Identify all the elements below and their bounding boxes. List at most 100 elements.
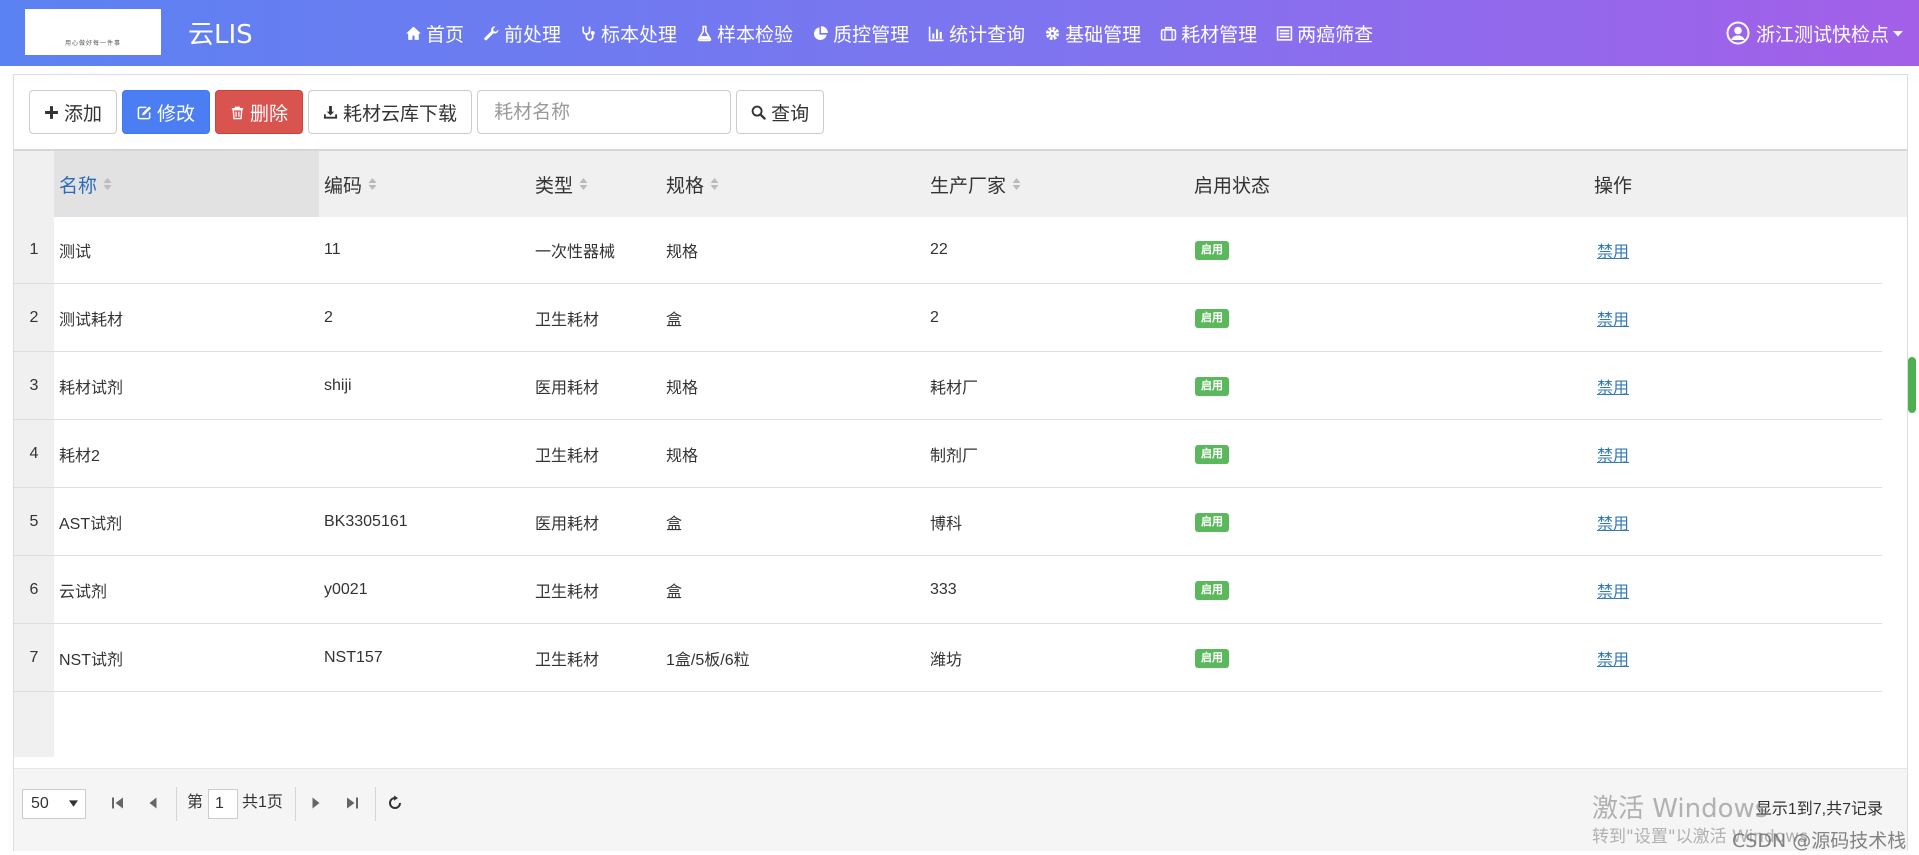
last-page-button[interactable] — [343, 792, 361, 814]
query-button[interactable]: 查询 — [736, 90, 825, 134]
first-page-button[interactable] — [109, 792, 127, 814]
table-row[interactable]: 5 AST试剂 BK3305161 医用耗材 盒 博科 启用 禁用 — [14, 489, 1882, 556]
home-icon — [405, 25, 422, 42]
logo-caption: 用心做好每一件事 — [64, 40, 121, 47]
prev-page-button[interactable] — [144, 792, 162, 814]
table-header: 名称 编码 类型 规格 生产厂家 启用状态 操作 — [14, 151, 1907, 217]
next-page-button[interactable] — [307, 792, 325, 814]
delete-button-label: 删除 — [250, 102, 289, 125]
nav-item-label: 两癌筛查 — [1297, 23, 1374, 46]
row-number: 7 — [29, 649, 39, 666]
cell-code: 2 — [324, 309, 333, 326]
nav-item-label: 样本检验 — [717, 23, 794, 46]
delete-button[interactable]: 删除 — [215, 90, 304, 134]
cloud-download-label: 耗材云库下载 — [343, 102, 458, 125]
nav-item-label: 质控管理 — [833, 23, 910, 46]
nav-item-label: 前处理 — [504, 23, 562, 46]
edit-button[interactable]: 修改 — [122, 90, 211, 134]
status-badge: 启用 — [1195, 240, 1229, 260]
toolbar: 添加 修改 删除 耗材云库下载 查询 — [29, 89, 829, 135]
nav-item-screening[interactable]: 两癌筛查 — [1276, 20, 1373, 47]
col-header-action: 操作 — [1594, 151, 1632, 217]
table-row[interactable]: 3 耗材试剂 shiji 医用耗材 规格 耗材厂 启用 禁用 — [14, 353, 1882, 420]
cell-spec: 盒 — [666, 312, 683, 329]
cell-name: 测试耗材 — [59, 312, 124, 329]
status-badge: 启用 — [1195, 308, 1229, 328]
edit-icon — [137, 105, 152, 119]
page-size-value: 50 — [31, 795, 49, 812]
stethoscope-icon — [580, 25, 597, 42]
sort-icon — [710, 178, 719, 190]
status-badge: 启用 — [1195, 444, 1229, 464]
cell-spec: 规格 — [666, 380, 699, 397]
disable-link[interactable]: 禁用 — [1597, 374, 1629, 398]
vertical-scrollbar-thumb[interactable] — [1908, 357, 1916, 413]
col-header-status: 启用状态 — [1194, 151, 1270, 217]
page-size-select[interactable]: 50 — [22, 789, 86, 819]
row-number: 1 — [29, 241, 39, 258]
status-badge: 启用 — [1195, 580, 1229, 600]
cloud-download-button[interactable]: 耗材云库下载 — [308, 90, 473, 134]
disable-link[interactable]: 禁用 — [1597, 306, 1629, 330]
table-row[interactable]: 7 NST试剂 NST157 卫生耗材 1盒/5板/6粒 潍坊 启用 禁用 — [14, 625, 1882, 692]
consumable-name-search-input[interactable] — [477, 90, 732, 134]
disable-link[interactable]: 禁用 — [1597, 510, 1629, 534]
brand-title[interactable]: 云LIS — [188, 14, 253, 51]
divider — [295, 787, 296, 821]
status-badge: 启用 — [1195, 376, 1229, 396]
nav-item-stats[interactable]: 统计查询 — [928, 20, 1025, 47]
col-header-label: 启用状态 — [1194, 174, 1271, 197]
cell-spec: 盒 — [666, 516, 683, 533]
logo[interactable]: 用心做好每一件事 — [25, 9, 161, 55]
cell-type: 卫生耗材 — [535, 312, 600, 329]
nav-item-qc[interactable]: 质控管理 — [812, 20, 909, 47]
table-row[interactable]: 1 测试 11 一次性器械 规格 22 启用 禁用 — [14, 217, 1882, 284]
user-menu[interactable]: 浙江测试快检点 — [1726, 0, 1904, 66]
main-nav: 首页 前处理 标本处理 样本检验 质控管理 统计查询 基础管理 耗材管理 两癌筛… — [405, 0, 1392, 66]
col-header-name[interactable]: 名称 — [54, 151, 319, 217]
table-row[interactable]: 2 测试耗材 2 卫生耗材 盒 2 启用 禁用 — [14, 285, 1882, 352]
cell-name: AST试剂 — [59, 516, 123, 533]
user-name: 浙江测试快检点 — [1756, 23, 1890, 46]
col-header-label: 规格 — [666, 174, 705, 197]
current-page-input[interactable]: 1 — [208, 789, 238, 819]
col-header-code[interactable]: 编码 — [324, 151, 378, 217]
add-button-label: 添加 — [64, 102, 103, 125]
nav-item-home[interactable]: 首页 — [405, 20, 464, 47]
cell-type: 医用耗材 — [535, 516, 600, 533]
cell-type: 卫生耗材 — [535, 652, 600, 669]
disable-link[interactable]: 禁用 — [1597, 646, 1629, 670]
sort-icon — [579, 178, 588, 190]
cell-name: 测试 — [59, 244, 92, 261]
table-row[interactable]: 6 云试剂 y0021 卫生耗材 盒 333 启用 禁用 — [14, 557, 1882, 624]
status-badge: 启用 — [1195, 512, 1229, 532]
row-number: 3 — [29, 377, 39, 394]
col-header-manufacturer[interactable]: 生产厂家 — [930, 151, 1022, 217]
nav-item-basic[interactable]: 基础管理 — [1044, 20, 1141, 47]
nav-item-specimen[interactable]: 标本处理 — [580, 20, 677, 47]
divider — [375, 787, 376, 821]
col-header-spec[interactable]: 规格 — [666, 151, 720, 217]
search-icon — [751, 105, 766, 120]
refresh-button[interactable] — [386, 792, 404, 814]
table-row[interactable]: 4 耗材2 卫生耗材 规格 制剂厂 启用 禁用 — [14, 421, 1882, 488]
col-header-label: 编码 — [324, 174, 363, 197]
nav-item-sample-test[interactable]: 样本检验 — [696, 20, 793, 47]
record-count-info: 显示1到7,共7记录 — [1755, 801, 1883, 818]
cell-code: NST157 — [324, 649, 383, 666]
disable-link[interactable]: 禁用 — [1597, 442, 1629, 466]
chevron-down-icon — [69, 800, 78, 807]
cell-type: 一次性器械 — [535, 244, 616, 261]
nav-item-label: 耗材管理 — [1181, 23, 1258, 46]
windows-activation-watermark: 激活 Windows — [1592, 794, 1769, 824]
cell-name: NST试剂 — [59, 652, 124, 669]
add-button[interactable]: 添加 — [29, 90, 118, 134]
col-header-type[interactable]: 类型 — [535, 151, 589, 217]
nav-item-consumables[interactable]: 耗材管理 — [1160, 20, 1257, 47]
total-pages-label: 共1页 — [242, 794, 283, 811]
nav-item-label: 标本处理 — [601, 23, 678, 46]
disable-link[interactable]: 禁用 — [1597, 238, 1629, 262]
status-badge: 启用 — [1195, 648, 1229, 668]
disable-link[interactable]: 禁用 — [1597, 578, 1629, 602]
nav-item-preprocess[interactable]: 前处理 — [483, 20, 561, 47]
